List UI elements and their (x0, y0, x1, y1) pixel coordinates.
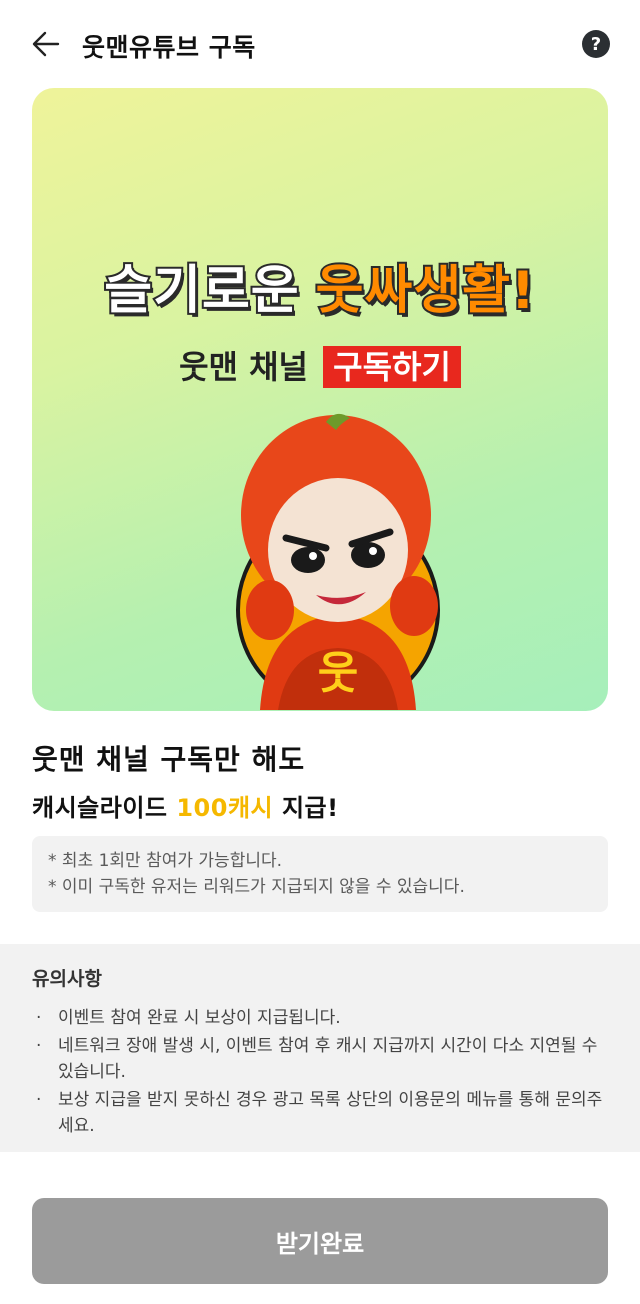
bullet-icon: · (36, 1008, 42, 1028)
notice-line: * 최초 1회만 참여가 가능합니다. (48, 851, 283, 871)
app-header: 웃맨유튜브 구독 ? (0, 0, 640, 88)
caution-item: · 네트워크 장애 발생 시, 이벤트 참여 후 캐시 지급까지 시간이 다소 … (32, 1033, 608, 1085)
back-button[interactable] (26, 24, 66, 64)
mascot-hand-right (390, 576, 438, 636)
banner-subtitle-text: 웃맨 채널 (179, 348, 308, 386)
receive-complete-button[interactable]: 받기완료 (32, 1198, 608, 1284)
caution-item: · 이벤트 참여 완료 시 보상이 지급됩니다. (32, 1005, 608, 1031)
info-reward-amount: 100캐시 (176, 794, 274, 822)
notice-box: * 최초 1회만 참여가 가능합니다. * 이미 구독한 유저는 리워드가 지급… (32, 836, 608, 912)
bullet-icon: · (36, 1090, 42, 1110)
info-reward-suffix: 지급! (273, 794, 339, 822)
caution-item: · 보상 지급을 받지 못하신 경우 광고 목록 상단의 이용문의 메뉴를 통해… (32, 1087, 608, 1139)
caution-item-text: 보상 지급을 받지 못하신 경우 광고 목록 상단의 이용문의 메뉴를 통해 문… (58, 1090, 603, 1136)
mascot-hand-left (246, 580, 294, 640)
help-button[interactable]: ? (582, 30, 610, 58)
back-arrow-icon (32, 31, 60, 57)
bullet-icon: · (36, 1036, 42, 1056)
caution-title: 유의사항 (32, 968, 102, 990)
mascot-illustration: 웃 (236, 413, 440, 710)
subscription-screen: 웃맨유튜브 구독 ? 슬기로운 웃싸생활! 웃맨 채널 구독하기 웃 웃맨 채널… (0, 0, 640, 1304)
banner-title: 슬기로운 웃싸생활! (32, 248, 608, 323)
caution-item-text: 이벤트 참여 완료 시 보상이 지급됩니다. (58, 1008, 341, 1028)
banner-title-part2: 웃싸생활! (314, 259, 537, 323)
page-title: 웃맨유튜브 구독 (82, 33, 256, 62)
mascot-eye-left (291, 547, 325, 573)
info-headline: 웃맨 채널 구독만 해도 (32, 743, 306, 776)
banner-subtitle: 웃맨 채널 구독하기 (32, 342, 608, 388)
promo-banner: 슬기로운 웃싸생활! 웃맨 채널 구독하기 웃 (32, 88, 608, 711)
info-reward-prefix: 캐시슬라이드 (32, 794, 177, 822)
mascot-chest-glyph: 웃 (318, 648, 358, 699)
banner-subtitle-highlight: 구독하기 (323, 346, 461, 388)
info-reward-line: 캐시슬라이드 100캐시 지급! (32, 788, 339, 823)
caution-section: 유의사항 · 이벤트 참여 완료 시 보상이 지급됩니다. · 네트워크 장애 … (0, 944, 640, 1152)
help-icon: ? (590, 33, 602, 55)
caution-item-text: 네트워크 장애 발생 시, 이벤트 참여 후 캐시 지급까지 시간이 다소 지연… (58, 1036, 598, 1082)
notice-line: * 이미 구독한 유저는 리워드가 지급되지 않을 수 있습니다. (48, 877, 465, 897)
banner-title-part1: 슬기로운 (102, 259, 300, 323)
